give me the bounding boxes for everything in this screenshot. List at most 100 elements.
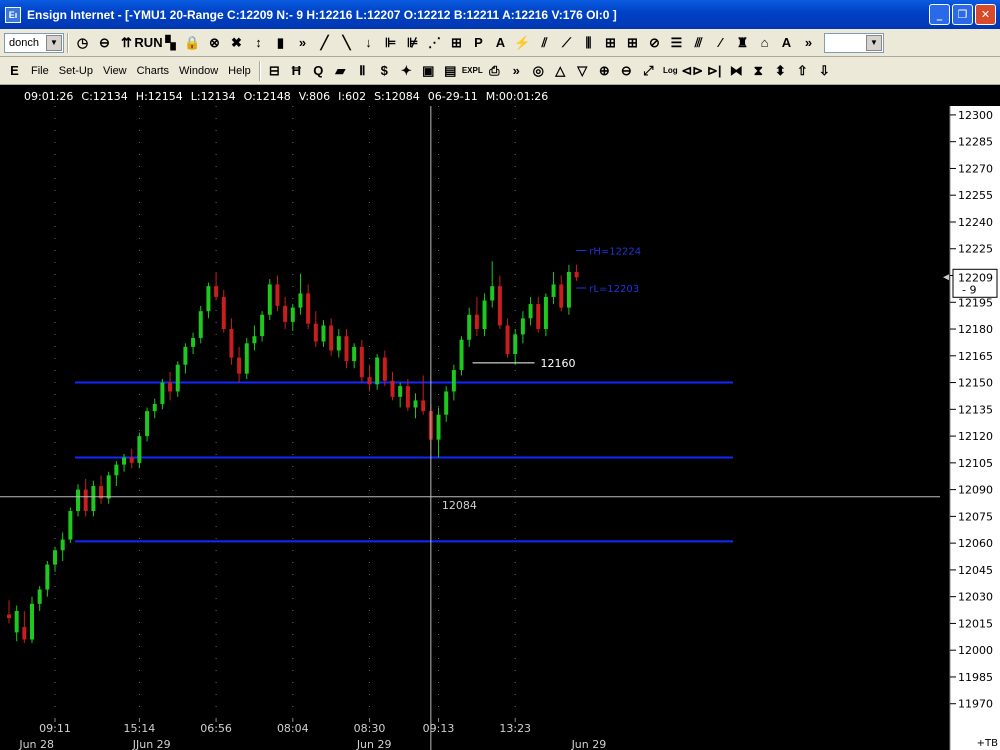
toolbar2-icon-18[interactable]: Log (660, 60, 681, 82)
menu-set-up[interactable]: Set-Up (54, 65, 98, 77)
candle-body (244, 343, 249, 374)
title-bar: Eı Ensign Internet - [-YMU1 20-Range C:1… (0, 0, 1000, 29)
toolbar2-icon-24[interactable]: ⇧ (792, 60, 813, 82)
toolbar-icon-10[interactable]: » (292, 32, 313, 54)
toolbar-icon-30[interactable]: ♜ (732, 32, 753, 54)
toolbar2-icon-8[interactable]: ▤ (440, 60, 461, 82)
toolbar-icon-5[interactable]: 🔒 (182, 32, 203, 54)
chevron-down-icon[interactable]: ▼ (46, 34, 62, 51)
toolbar2-icon-3[interactable]: ▰ (330, 60, 351, 82)
toolbar-icon-16[interactable]: ⋰ (424, 32, 445, 54)
toolbar2-icon-20[interactable]: ⊳| (704, 60, 725, 82)
x-tick-label: 09:11 (39, 722, 71, 735)
candle-body (260, 314, 265, 337)
toolbar2-icon-5[interactable]: $ (374, 60, 395, 82)
toolbar-icon-1[interactable]: ⊖ (94, 32, 115, 54)
separator (258, 60, 261, 81)
menu-file[interactable]: File (26, 65, 54, 77)
toolbar2-icon-4[interactable]: Ⅱ (352, 60, 373, 82)
candle-body (83, 489, 88, 512)
toolbar2-icon-9[interactable]: EXPL (462, 60, 483, 82)
app-menu-icon[interactable]: E (4, 60, 25, 82)
y-tick-label: 12090 (958, 484, 993, 497)
toolbar2-icon-22[interactable]: ⧗ (748, 60, 769, 82)
candle-body (229, 329, 234, 358)
toolbar-icon-6[interactable]: ⊗ (204, 32, 225, 54)
y-tick-label: 12225 (958, 243, 993, 256)
toolbar2-icon-0[interactable]: ⊟ (264, 60, 285, 82)
toolbar-icon-24[interactable]: ⊞ (600, 32, 621, 54)
toolbar2-icon-11[interactable]: » (506, 60, 527, 82)
toolbar2-icon-7[interactable]: ▣ (418, 60, 439, 82)
toolbar-icon-22[interactable]: ⟋ (556, 32, 577, 54)
toolbar-icon-20[interactable]: ⚡ (512, 32, 533, 54)
toolbar2-icon-15[interactable]: ⊕ (594, 60, 615, 82)
candle-body (520, 318, 525, 335)
menu-help[interactable]: Help (223, 65, 256, 77)
toolbar2-icon-6[interactable]: ✦ (396, 60, 417, 82)
candle-body (267, 284, 272, 315)
toolbar2-icon-19[interactable]: ⊲⊳ (681, 60, 703, 82)
candle-body (14, 610, 19, 633)
toolbar-icon-17[interactable]: ⊞ (446, 32, 467, 54)
toolbar-icon-32[interactable]: A (776, 32, 797, 54)
menu-window[interactable]: Window (174, 65, 223, 77)
candle-body (37, 589, 42, 604)
toolbar-icon-19[interactable]: A (490, 32, 511, 54)
toolbar-icon-27[interactable]: ☰ (666, 32, 687, 54)
candle-body (359, 346, 364, 378)
toolbar2-icon-21[interactable]: ⧓ (726, 60, 747, 82)
menu-view[interactable]: View (98, 65, 132, 77)
candle-body (198, 311, 203, 338)
toolbar-icon-15[interactable]: ⊯ (402, 32, 423, 54)
toolbar-icon-28[interactable]: ⫻ (688, 32, 709, 54)
close-button[interactable]: ✕ (975, 4, 996, 25)
minimize-button[interactable]: _ (929, 4, 950, 25)
toolbar2-icon-13[interactable]: △ (550, 60, 571, 82)
maximize-button[interactable]: ❐ (952, 4, 973, 25)
toolbar-icon-26[interactable]: ⊘ (644, 32, 665, 54)
corner-label: +TB (977, 738, 998, 749)
toolbar-icon-7[interactable]: ✖ (226, 32, 247, 54)
toolbar-icon-12[interactable]: ╲ (336, 32, 357, 54)
toolbar-icon-14[interactable]: ⊫ (380, 32, 401, 54)
toolbar-icon-21[interactable]: ⫽ (534, 32, 555, 54)
candle-body (152, 403, 157, 412)
toolbar2-icon-10[interactable]: ⎙ (484, 60, 505, 82)
toolbar-icon-29[interactable]: ⁄ (710, 32, 731, 54)
price-chart[interactable]: 1230012285122701225512240122251221012195… (0, 106, 1000, 750)
x-tick-label: 13:23 (499, 722, 531, 735)
toolbar2-icon-25[interactable]: ⇩ (814, 60, 835, 82)
toolbar-icon-3[interactable]: RUN (134, 32, 162, 54)
toolbar-icon-8[interactable]: ↕ (248, 32, 269, 54)
main-toolbar: donch ▼ ◷ ⊖ ⇈ RUN ▚ 🔒 ⊗ ✖ ↕ ▮» ╱ ╲ ↓ ⊫ ⊯ ⋰ ⊞ P A ⚡ ⫽ ⟋ ⫼ ⊞ ⊞ ⊘ ☰ ⫻ ⁄ ♜… (0, 29, 1000, 57)
toolbar2-icon-16[interactable]: ⊖ (616, 60, 637, 82)
toolbar-icon-4[interactable]: ▚ (160, 32, 181, 54)
toolbar-icon-0[interactable]: ◷ (72, 32, 93, 54)
candle-body (275, 284, 280, 306)
study-combo[interactable]: donch ▼ (4, 32, 64, 53)
toolbar2-icon-23[interactable]: ⬍ (770, 60, 791, 82)
candle-body (183, 346, 188, 365)
y-tick-label: 12060 (958, 537, 993, 550)
toolbar2-icon-2[interactable]: Q (308, 60, 329, 82)
toolbar-icon-33[interactable]: » (798, 32, 819, 54)
toolbar2-icon-17[interactable]: ⤢ (638, 60, 659, 82)
toolbar-icon-11[interactable]: ╱ (314, 32, 335, 54)
toolbar-icon-9[interactable]: ▮ (270, 32, 291, 54)
toolbar2-icon-14[interactable]: ▽ (572, 60, 593, 82)
toolbar-icon-31[interactable]: ⌂ (754, 32, 775, 54)
toolbar-icon-23[interactable]: ⫼ (578, 32, 599, 54)
toolbar-icon-13[interactable]: ↓ (358, 32, 379, 54)
toolbar2-icon-12[interactable]: ◎ (528, 60, 549, 82)
chevron-down-icon[interactable]: ▼ (866, 34, 882, 51)
candle-body (467, 314, 472, 340)
symbol-combo[interactable]: ▼ (824, 32, 884, 53)
menu-charts[interactable]: Charts (132, 65, 174, 77)
toolbar2-icon-1[interactable]: Ħ (286, 60, 307, 82)
candle-body (68, 511, 73, 540)
menu-toolbar: E File Set-Up View Charts Window Help ⊟ Ħ Q ▰ Ⅱ $ ✦ ▣… (0, 57, 1000, 85)
toolbar-icon-25[interactable]: ⊞ (622, 32, 643, 54)
toolbar-icon-18[interactable]: P (468, 32, 489, 54)
y-tick-label: 12075 (958, 510, 993, 523)
